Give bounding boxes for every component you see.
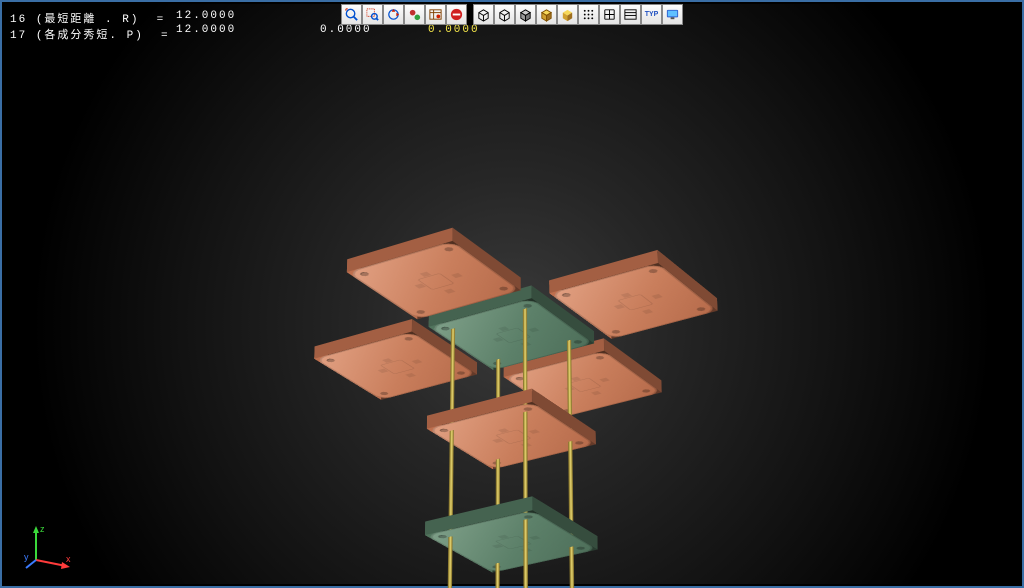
tool-a-button[interactable] (404, 4, 425, 25)
readout-index-2: 17 (10, 30, 27, 42)
display-button[interactable] (662, 4, 683, 25)
view-iso2-button[interactable] (515, 4, 536, 25)
axis-y-label: y (24, 552, 29, 562)
app-frame: { "toolbar": { "buttons": [ {"name": "zo… (0, 0, 1024, 588)
grid-lines-button[interactable] (599, 4, 620, 25)
view-shaded-button[interactable] (536, 4, 557, 25)
axis-x-label: x (66, 554, 71, 564)
pan-rotate-button[interactable] (383, 4, 404, 25)
view-toolbar: TYP (341, 4, 683, 25)
readout-index-1: 16 (10, 14, 27, 26)
zoom-fit-button[interactable] (341, 4, 362, 25)
zoom-area-button[interactable] (362, 4, 383, 25)
viewport-3d[interactable]: TYP 16 (最短距離 . R) = 17 (各成分秀短. P) = 12.0… (4, 4, 1020, 584)
readout-v1-2: 12.0000 (176, 24, 236, 36)
axis-z-label: z (40, 524, 45, 534)
grid-points-button[interactable] (578, 4, 599, 25)
scene-3d (4, 4, 1020, 584)
view-solid-button[interactable] (557, 4, 578, 25)
parameter-readout: 16 (最短距離 . R) = 17 (各成分秀短. P) = 12.0000 … (10, 10, 170, 42)
readout-label-2: (各成分秀短. P) (36, 30, 144, 42)
type-button[interactable]: TYP (641, 4, 662, 25)
layers-button[interactable] (620, 4, 641, 25)
readout-v3: 0.0000 (428, 24, 480, 36)
stop-button[interactable] (446, 4, 467, 25)
view-iso-button[interactable] (494, 4, 515, 25)
readout-label-1: (最短距離 . R) (36, 14, 140, 26)
view-wire-button[interactable] (473, 4, 494, 25)
tool-b-button[interactable] (425, 4, 446, 25)
readout-v1-1: 12.0000 (176, 10, 236, 22)
readout-v2: 0.0000 (320, 24, 372, 36)
axis-gizmo[interactable]: z x y (24, 522, 74, 572)
